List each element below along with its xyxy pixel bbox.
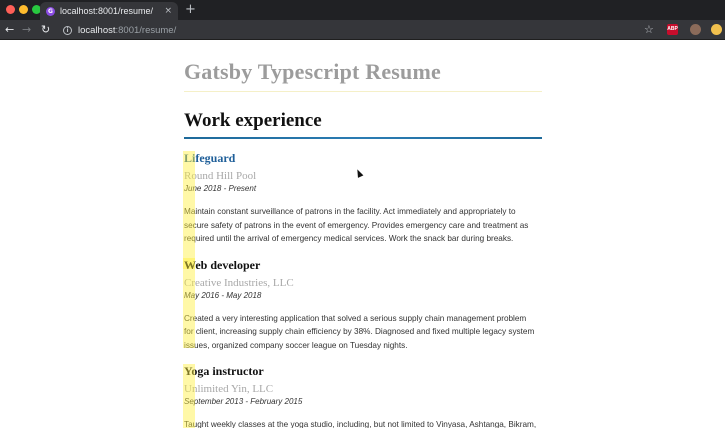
browser-tab[interactable]: G localhost:8001/resume/ × [40,2,178,20]
job-title: Web developer [184,257,261,272]
adblock-extension-icon[interactable]: ABP [667,24,678,35]
new-tab-button[interactable]: + [185,2,196,18]
tab-close-icon[interactable]: × [164,6,172,16]
page-viewport: Gatsby Typescript Resume Work experience… [0,41,725,428]
resume-content: Gatsby Typescript Resume Work experience… [183,41,542,428]
window-close-button[interactable] [6,5,15,14]
address-bar[interactable]: i localhost:8001/resume/ [58,23,666,37]
job-title: Yoga instructor [184,364,264,378]
bookmark-star-icon[interactable]: ☆ [644,23,654,36]
back-arrow-icon[interactable]: ← [5,23,14,37]
highlight-streak [183,257,195,348]
reload-icon[interactable]: ↻ [41,23,50,37]
job-dates: June 2018 - Present [184,184,257,193]
job-entry-lifeguard: Lifeguard Round Hill Pool June 2018 - Pr… [183,151,542,269]
job-description: Maintain constant surveillance of patron… [184,207,529,243]
browser-toolbar: ← → ↻ i localhost:8001/resume/ [0,20,725,40]
job-description: Taught weekly classes at the yoga studio… [184,420,537,428]
job-dates: September 2013 - February 2015 [184,397,303,406]
job-entry-web-developer: Web developer Creative Industries, LLC M… [183,257,542,353]
section-divider [184,137,542,139]
job-company: Round Hill Pool [184,170,257,182]
highlight-streak [183,364,195,428]
info-icon[interactable]: i [63,25,72,35]
title-divider [184,91,542,92]
tab-title: localhost:8001/resume/ [60,6,154,16]
gatsby-favicon-icon: G [46,6,55,16]
job-title: Lifeguard [184,151,236,165]
url-host: localhost [78,24,116,36]
window-minimize-button[interactable] [19,5,28,14]
browser-tab-bar: G localhost:8001/resume/ × + [0,0,725,20]
highlight-streak [183,151,195,269]
job-dates: May 2016 - May 2018 [184,290,262,300]
url-path: :8001/resume/ [115,24,177,36]
section-title: Work experience [184,110,322,131]
profile-icon[interactable] [711,24,722,35]
job-entry-yoga-instructor: Yoga instructor Unlimited Yin, LLC Septe… [183,364,542,428]
job-company: Unlimited Yin, LLC [184,383,274,395]
job-company: Creative Industries, LLC [184,276,294,289]
extension-avatar-icon[interactable] [690,24,701,35]
site-title[interactable]: Gatsby Typescript Resume [184,59,542,85]
job-description: Created a very interesting application t… [184,313,535,350]
forward-arrow-icon[interactable]: → [22,23,31,37]
